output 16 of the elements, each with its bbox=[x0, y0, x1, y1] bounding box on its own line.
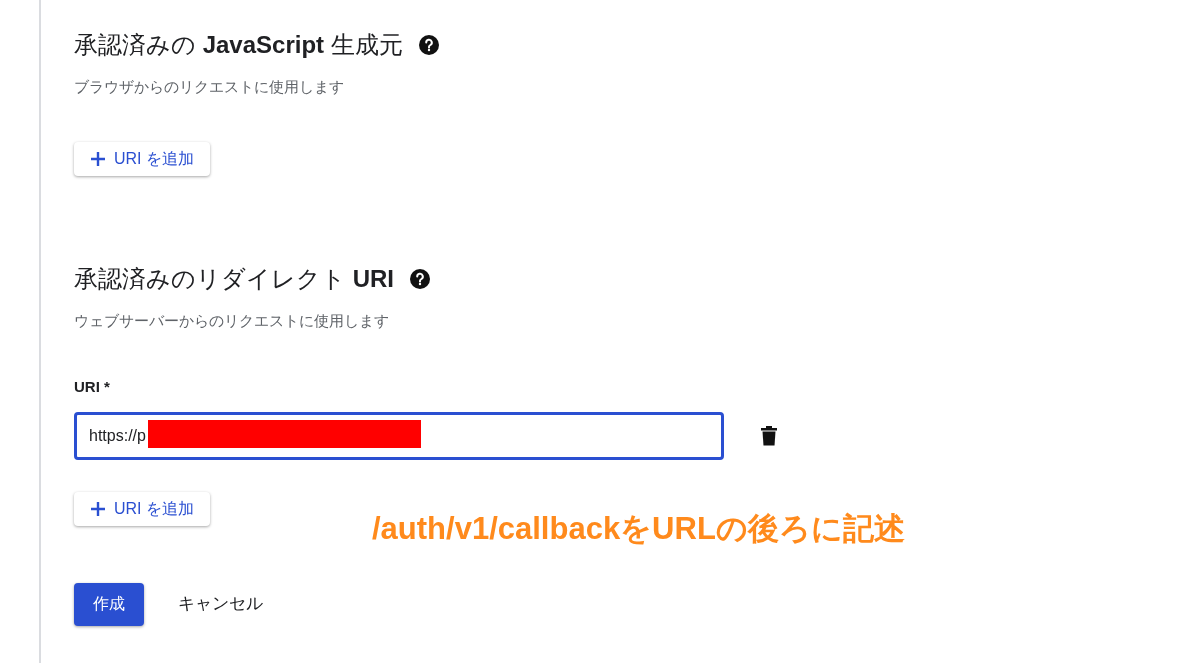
section-title: 承認済みの JavaScript 生成元 bbox=[74, 30, 403, 60]
add-uri-button[interactable]: URI を追加 bbox=[74, 491, 210, 526]
cancel-button[interactable]: キャンセル bbox=[178, 591, 263, 617]
plus-icon bbox=[90, 150, 106, 167]
field-label: URI * bbox=[74, 377, 111, 397]
section-description: ウェブサーバーからのリクエストに使用します bbox=[74, 310, 390, 331]
help-icon bbox=[418, 35, 439, 55]
create-button[interactable]: 作成 bbox=[74, 582, 144, 626]
help-icon bbox=[410, 268, 430, 289]
annotation-text: /auth/v1/callbackをURLの後ろに記述 bbox=[372, 510, 905, 548]
plus-icon bbox=[90, 500, 106, 517]
section-description: ブラウザからのリクエストに使用します bbox=[74, 77, 345, 97]
uri-input-field[interactable]: https://p bbox=[74, 411, 724, 460]
trash-icon[interactable] bbox=[761, 425, 777, 446]
section-title: 承認済みのリダイレクト URI bbox=[74, 263, 394, 294]
add-uri-button[interactable]: URI を追加 bbox=[74, 141, 210, 176]
